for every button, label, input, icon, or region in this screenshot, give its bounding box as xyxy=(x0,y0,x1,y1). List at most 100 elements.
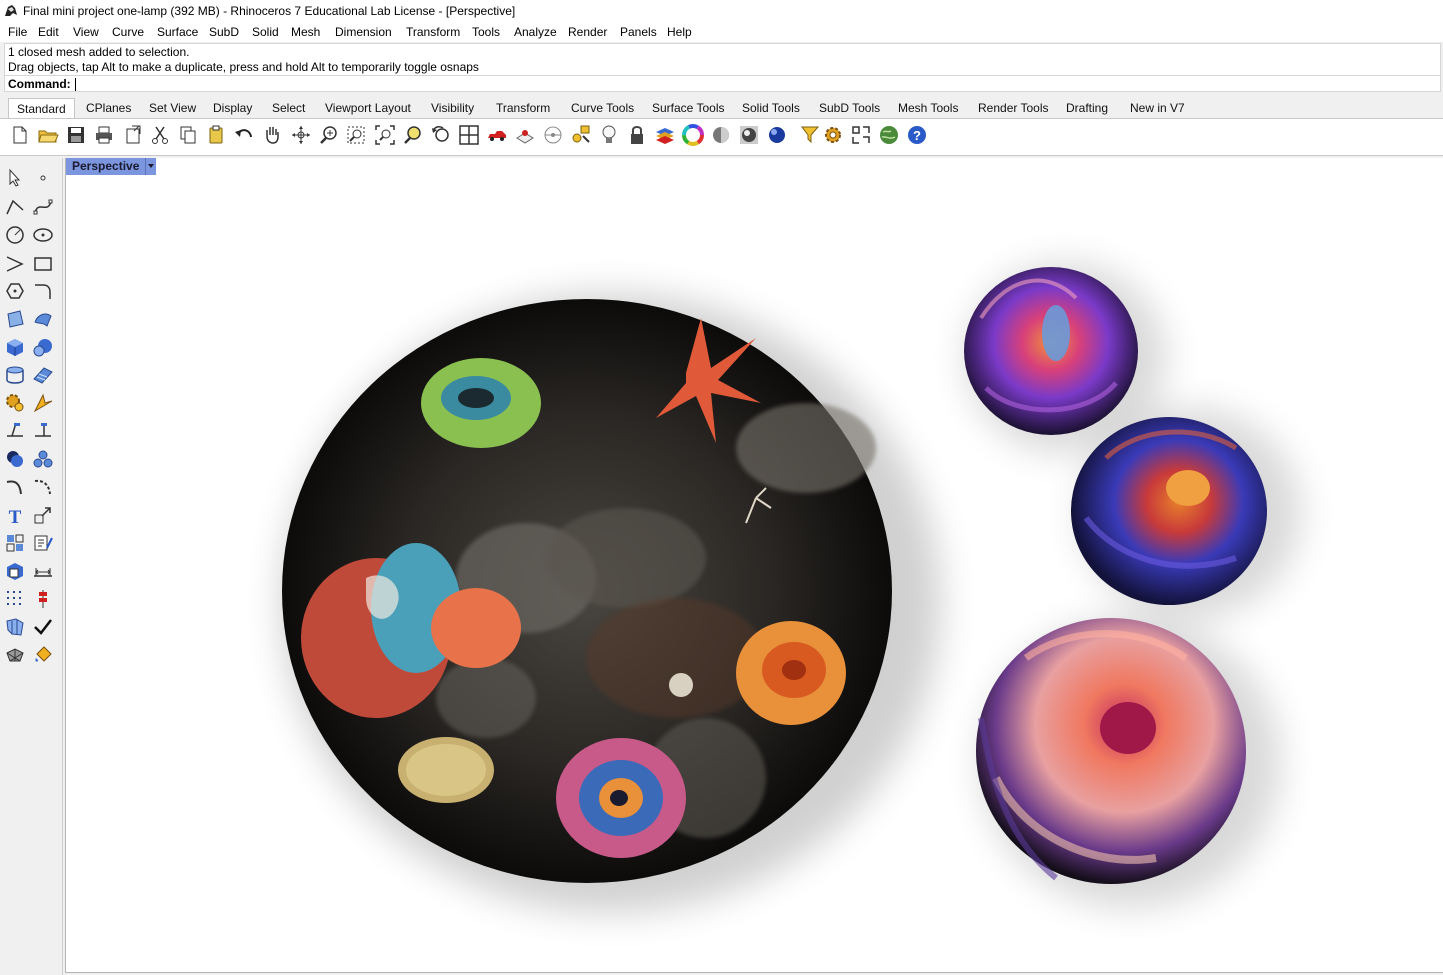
globe-icon[interactable] xyxy=(878,124,900,146)
lock-icon[interactable] xyxy=(626,124,648,146)
explode-icon[interactable] xyxy=(32,392,54,414)
tab-cplanes[interactable]: CPlanes xyxy=(86,101,131,115)
zoom-selected-icon[interactable] xyxy=(402,124,424,146)
pan-hand-icon[interactable] xyxy=(261,124,283,146)
tab-curve-tools[interactable]: Curve Tools xyxy=(571,101,634,115)
menu-render[interactable]: Render xyxy=(568,25,607,39)
menu-edit[interactable]: Edit xyxy=(38,25,59,39)
tab-new-in-v7[interactable]: New in V7 xyxy=(1130,101,1185,115)
zoom-window-icon[interactable] xyxy=(345,124,367,146)
command-input[interactable]: Command: xyxy=(5,75,1440,93)
dimension-icon[interactable] xyxy=(32,560,54,582)
properties-icon[interactable] xyxy=(799,124,821,146)
polygon-icon[interactable] xyxy=(4,280,26,302)
fillet-edge-icon[interactable] xyxy=(4,476,26,498)
blue-sphere-icon[interactable] xyxy=(766,124,788,146)
tab-mesh-tools[interactable]: Mesh Tools xyxy=(898,101,958,115)
paste-icon[interactable] xyxy=(205,124,227,146)
menu-curve[interactable]: Curve xyxy=(112,25,144,39)
menu-file[interactable]: File xyxy=(8,25,27,39)
point-icon[interactable] xyxy=(32,167,54,189)
group-icon[interactable] xyxy=(32,448,54,470)
layer-icon[interactable] xyxy=(654,124,676,146)
tab-display[interactable]: Display xyxy=(213,101,252,115)
blend-curve-icon[interactable] xyxy=(32,476,54,498)
rotate-view-icon[interactable] xyxy=(290,124,312,146)
print-icon[interactable] xyxy=(93,124,115,146)
boolean-union-icon[interactable] xyxy=(4,448,26,470)
save-icon[interactable] xyxy=(65,124,87,146)
open-file-icon[interactable] xyxy=(37,124,59,146)
trim-icon[interactable] xyxy=(4,420,26,442)
grid-snap-icon[interactable] xyxy=(514,124,536,146)
select-arrow-icon[interactable] xyxy=(4,167,26,189)
cage-edit-icon[interactable] xyxy=(4,616,26,638)
menu-analyze[interactable]: Analyze xyxy=(514,25,557,39)
color-wheel-icon[interactable] xyxy=(682,124,704,146)
tab-standard[interactable]: Standard xyxy=(8,98,75,118)
tab-viewport-layout[interactable]: Viewport Layout xyxy=(325,101,411,115)
rectangle-icon[interactable] xyxy=(32,253,54,275)
new-file-icon[interactable] xyxy=(9,124,31,146)
perspective-viewport[interactable]: Perspective xyxy=(65,158,1443,973)
menu-tools[interactable]: Tools xyxy=(472,25,500,39)
box-icon[interactable] xyxy=(4,336,26,358)
menu-help[interactable]: Help xyxy=(667,25,692,39)
fillet-curve-icon[interactable] xyxy=(32,280,54,302)
mesh-object-icon[interactable] xyxy=(4,644,26,666)
tab-transform[interactable]: Transform xyxy=(496,101,550,115)
four-viewports-icon[interactable] xyxy=(458,124,480,146)
mesh-plane-icon[interactable] xyxy=(32,364,54,386)
tab-render-tools[interactable]: Render Tools xyxy=(978,101,1049,115)
surface-points-icon[interactable] xyxy=(4,308,26,330)
tab-surface-tools[interactable]: Surface Tools xyxy=(652,101,725,115)
copy-icon[interactable] xyxy=(177,124,199,146)
cplane-icon[interactable] xyxy=(542,124,564,146)
rendered-sphere-icon[interactable] xyxy=(738,124,760,146)
gear-icon[interactable] xyxy=(4,392,26,414)
help-icon[interactable]: ? xyxy=(906,124,928,146)
split-icon[interactable] xyxy=(32,420,54,442)
tab-solid-tools[interactable]: Solid Tools xyxy=(742,101,800,115)
paint-bucket-icon[interactable] xyxy=(32,644,54,666)
ellipse-icon[interactable] xyxy=(32,224,54,246)
sphere-icon[interactable] xyxy=(32,336,54,358)
tab-select[interactable]: Select xyxy=(272,101,305,115)
check-icon[interactable] xyxy=(32,616,54,638)
arc-icon[interactable] xyxy=(4,253,26,275)
scale-icon[interactable] xyxy=(32,504,54,526)
undo-view-icon[interactable] xyxy=(430,124,452,146)
light-icon[interactable] xyxy=(598,124,620,146)
polyline-icon[interactable] xyxy=(4,196,26,218)
array-icon[interactable] xyxy=(4,532,26,554)
menu-mesh[interactable]: Mesh xyxy=(291,25,320,39)
zoom-dynamic-icon[interactable] xyxy=(318,124,340,146)
tab-subd-tools[interactable]: SubD Tools xyxy=(819,101,880,115)
cut-icon[interactable] xyxy=(149,124,171,146)
shaded-sphere-icon[interactable] xyxy=(710,124,732,146)
align-icon[interactable] xyxy=(32,532,54,554)
menu-solid[interactable]: Solid xyxy=(252,25,279,39)
car-icon[interactable] xyxy=(486,124,508,146)
grid-array-icon[interactable] xyxy=(4,588,26,610)
zoom-extents-icon[interactable] xyxy=(374,124,396,146)
circle-icon[interactable] xyxy=(4,224,26,246)
tool-grid-icon[interactable] xyxy=(850,124,872,146)
distribute-icon[interactable] xyxy=(32,588,54,610)
select-filter-icon[interactable] xyxy=(571,124,593,146)
menu-dimension[interactable]: Dimension xyxy=(335,25,392,39)
import-icon[interactable] xyxy=(122,124,144,146)
cylinder-icon[interactable] xyxy=(4,364,26,386)
menu-subd[interactable]: SubD xyxy=(209,25,239,39)
options-gear-icon[interactable] xyxy=(822,124,844,146)
menu-surface[interactable]: Surface xyxy=(157,25,198,39)
tab-drafting[interactable]: Drafting xyxy=(1066,101,1108,115)
curve-control-icon[interactable] xyxy=(32,196,54,218)
surface-loft-icon[interactable] xyxy=(32,308,54,330)
menu-panels[interactable]: Panels xyxy=(620,25,657,39)
text-icon[interactable]: T xyxy=(4,504,26,526)
block-icon[interactable] xyxy=(4,560,26,582)
menu-transform[interactable]: Transform xyxy=(406,25,460,39)
undo-icon[interactable] xyxy=(233,124,255,146)
tab-visibility[interactable]: Visibility xyxy=(431,101,474,115)
